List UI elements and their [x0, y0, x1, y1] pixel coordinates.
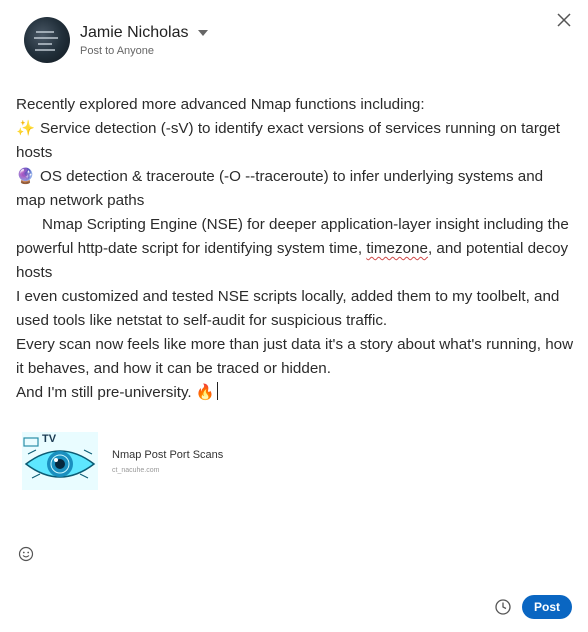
link-preview-thumbnail: TV	[22, 432, 98, 490]
fire-icon: 🔥	[195, 384, 215, 401]
sparkles-icon: ✨	[16, 120, 35, 137]
post-item-text: OS detection & traceroute (-O --tracerou…	[16, 168, 544, 209]
link-preview-domain: ct_nacuhe.com	[112, 466, 160, 474]
post-composer-modal: Jamie Nicholas Post to Anyone Recently e…	[0, 0, 588, 632]
post-item-nse: Nmap Scripting Engine (NSE) for deeper a…	[16, 213, 576, 285]
post-item-text: Service detection (-sV) to identify exac…	[16, 120, 560, 161]
spellcheck-flagged-word[interactable]: timezone	[366, 240, 428, 257]
post-text-editor[interactable]: Recently explored more advanced Nmap fun…	[16, 93, 576, 405]
thumb-label: TV	[42, 433, 57, 445]
post-button[interactable]: Post	[522, 595, 572, 619]
avatar-decoration	[36, 31, 54, 33]
post-paragraph: I even customized and tested NSE scripts…	[16, 288, 560, 329]
crystal-ball-icon: 🔮	[16, 168, 35, 185]
post-item-os-detection: 🔮 OS detection & traceroute (-O --tracero…	[16, 165, 576, 213]
link-preview-title: Nmap Post Port Scans	[112, 448, 224, 461]
avatar-decoration	[34, 37, 58, 39]
close-icon	[557, 13, 571, 27]
schedule-post-button[interactable]	[494, 598, 512, 616]
avatar	[24, 17, 70, 63]
clock-icon	[495, 599, 511, 615]
text-cursor	[216, 382, 218, 400]
close-button[interactable]	[554, 10, 574, 30]
link-preview-meta: Nmap Post Port Scans ct_nacuhe.com	[112, 449, 223, 474]
link-preview[interactable]: TV Nmap Post Port Scans ct_nacuhe.com	[22, 432, 223, 490]
author-selector[interactable]: Jamie Nicholas	[80, 23, 209, 42]
emoji-button[interactable]	[18, 546, 34, 562]
post-visibility[interactable]: Post to Anyone	[80, 45, 208, 57]
avatar-decoration	[38, 43, 52, 45]
author-identity: Jamie Nicholas Post to Anyone	[80, 23, 209, 57]
post-paragraph-last: And I'm still pre-university. 🔥	[16, 381, 576, 405]
avatar-decoration	[35, 49, 55, 51]
smiley-icon	[18, 546, 34, 562]
author-name: Jamie Nicholas	[80, 23, 189, 41]
composer-header: Jamie Nicholas Post to Anyone	[24, 16, 209, 64]
chevron-down-icon	[198, 29, 209, 36]
post-intro: Recently explored more advanced Nmap fun…	[16, 96, 425, 113]
eye-image: TV	[22, 432, 98, 490]
post-paragraph-text: And I'm still pre-university.	[16, 384, 192, 401]
post-item-service-detection: ✨ Service detection (-sV) to identify exa…	[16, 117, 576, 165]
post-paragraph: Every scan now feels like more than just…	[16, 336, 574, 377]
